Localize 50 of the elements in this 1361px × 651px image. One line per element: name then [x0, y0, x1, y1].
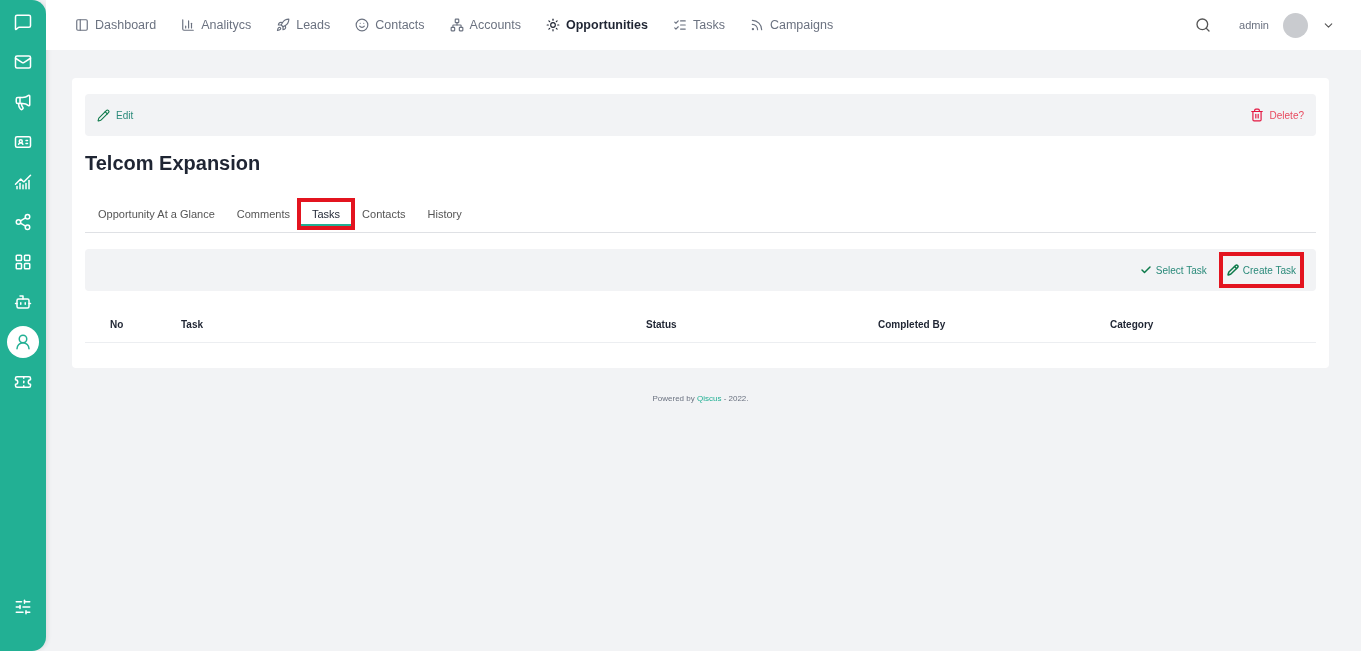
delete-link[interactable]: Delete? — [1249, 108, 1304, 122]
pencil-icon — [1226, 264, 1239, 276]
column-header: Status — [646, 319, 678, 330]
trash-icon — [1249, 108, 1264, 122]
chart-icon — [181, 18, 196, 32]
nav-link[interactable]: Analitycs — [181, 18, 252, 32]
nav-link[interactable]: Contacts — [355, 18, 425, 32]
page-title: Telcom Expansion — [85, 152, 262, 175]
checklist-icon — [672, 18, 687, 32]
sliders-icon — [14, 598, 32, 616]
column-header: Completed By — [878, 319, 947, 330]
edit-link[interactable]: Edit — [97, 108, 134, 122]
rss-icon — [749, 18, 764, 32]
smiley-icon — [355, 18, 370, 32]
column-header: Category — [1110, 319, 1155, 330]
nav-link[interactable]: Opportunities — [546, 18, 648, 32]
tab[interactable]: History — [416, 201, 473, 226]
user-icon — [14, 333, 32, 351]
chart-icon — [14, 173, 32, 191]
nav-link[interactable]: Tasks — [672, 18, 725, 32]
tab[interactable]: Comments — [225, 201, 301, 226]
ticket-icon — [14, 373, 32, 391]
tab[interactable]: Opportunity At a Glance — [87, 201, 226, 226]
id-card-icon — [14, 133, 32, 151]
hierarchy-icon — [449, 18, 464, 32]
megaphone-icon — [14, 93, 32, 111]
sidebar-item[interactable] — [7, 326, 39, 358]
robot-icon — [14, 293, 32, 311]
nav-link[interactable]: Accounts — [449, 18, 521, 32]
toolbar-button[interactable]: Select Task — [1133, 254, 1213, 286]
panel-icon — [75, 18, 89, 32]
share-icon — [14, 213, 32, 231]
rocket-icon — [276, 18, 291, 32]
nav-link[interactable]: Leads — [276, 18, 331, 32]
toolbar-button[interactable]: Create Task — [1220, 254, 1302, 286]
tab[interactable]: Contacts — [351, 201, 417, 226]
mail-icon — [14, 53, 32, 71]
nav-link[interactable]: Campaigns — [749, 18, 834, 32]
grid-icon — [14, 253, 32, 271]
column-header: Task — [181, 319, 205, 330]
user-name: admin — [1239, 19, 1269, 31]
sun-icon — [546, 18, 560, 32]
column-header: No — [110, 319, 125, 330]
nav-link[interactable]: Dashboard — [75, 18, 157, 32]
footer-text: Powered by Qiscus - 2022. — [651, 394, 750, 403]
avatar[interactable] — [1283, 12, 1308, 38]
chat-bubble-icon — [14, 13, 32, 31]
check-icon — [1139, 264, 1152, 276]
pencil-icon — [97, 108, 110, 122]
search-icon[interactable] — [1195, 17, 1212, 33]
